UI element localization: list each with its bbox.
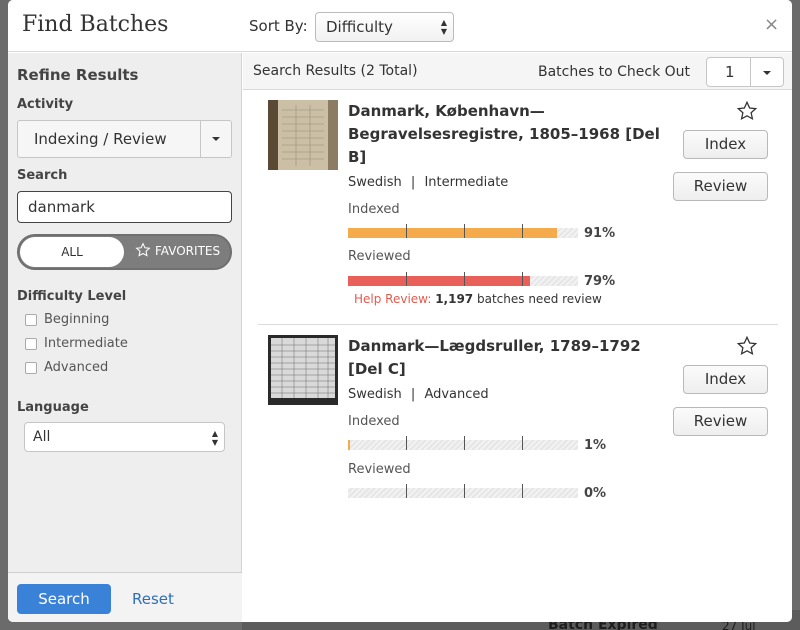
language-value: All: [33, 429, 51, 445]
toggle-all-option[interactable]: ALL: [20, 237, 124, 267]
advanced-checkbox[interactable]: [25, 362, 37, 374]
meta-separator: |: [410, 387, 416, 402]
results-count: Search Results (2 Total): [253, 63, 418, 79]
reviewed-label: Reviewed: [348, 462, 411, 477]
result-item: Danmark—Lægdsruller, 1789–1792 [Del C] S…: [243, 325, 792, 525]
chevron-down-icon: [763, 71, 771, 75]
search-input[interactable]: danmark: [17, 191, 232, 223]
close-icon[interactable]: ×: [764, 14, 779, 35]
progress-tick: [522, 272, 523, 286]
activity-value: Indexing / Review: [34, 130, 167, 148]
search-label: Search: [17, 168, 68, 183]
batch-language: Swedish: [348, 387, 402, 402]
indexed-progress-bar: [348, 436, 578, 450]
result-item: Danmark, København—Begravelsesregistre, …: [243, 90, 792, 325]
batch-meta: Swedish | Intermediate: [348, 175, 508, 190]
reviewed-progress-fill: [348, 276, 530, 286]
index-button[interactable]: Index: [683, 365, 768, 394]
review-button[interactable]: Review: [673, 172, 768, 201]
indexed-progress-bar: [348, 224, 578, 238]
indexed-percent: 1%: [584, 438, 607, 453]
sidebar-footer: Search Reset: [8, 572, 242, 622]
advanced-checkbox-label[interactable]: Advanced: [44, 360, 108, 375]
progress-tick: [406, 436, 407, 450]
reviewed-progress-bar: [348, 484, 578, 498]
batch-title[interactable]: Danmark—Lægdsruller, 1789–1792 [Del C]: [348, 335, 663, 381]
batch-thumbnail[interactable]: [268, 100, 338, 170]
help-review-message: Help Review: 1,197 batches need review: [354, 292, 602, 306]
progress-tick: [522, 224, 523, 238]
activity-select[interactable]: Indexing / Review: [17, 120, 232, 158]
search-button[interactable]: Search: [17, 584, 111, 614]
sort-by-select[interactable]: Difficulty ▲ ▼: [315, 12, 454, 42]
batches-count-value: 1: [725, 63, 735, 81]
intermediate-checkbox-label[interactable]: Intermediate: [44, 336, 128, 351]
indexed-progress-fill: [348, 228, 557, 238]
select-arrows-icon: ▲ ▼: [440, 18, 447, 36]
progress-tick: [464, 484, 465, 498]
progress-tick: [464, 272, 465, 286]
progress-tick: [522, 484, 523, 498]
indexed-percent: 91%: [584, 226, 616, 241]
progress-tick: [406, 224, 407, 238]
progress-tick: [464, 436, 465, 450]
select-divider: [200, 121, 201, 157]
batch-title[interactable]: Danmark, København—Begravelsesregistre, …: [348, 100, 663, 169]
sort-by-label: Sort By:: [249, 17, 308, 35]
beginning-checkbox[interactable]: [25, 314, 37, 326]
favorite-star-icon[interactable]: [736, 335, 758, 357]
batches-count-select[interactable]: 1: [706, 57, 784, 87]
intermediate-checkbox[interactable]: [25, 338, 37, 350]
toggle-favorites-option[interactable]: FAVORITES: [155, 244, 220, 258]
batch-thumbnail[interactable]: [268, 335, 338, 405]
difficulty-level-label: Difficulty Level: [17, 289, 127, 304]
batch-meta: Swedish | Advanced: [348, 387, 489, 402]
indexed-progress-fill: [348, 440, 350, 450]
language-select[interactable]: All ▲ ▼: [24, 422, 225, 452]
reviewed-label: Reviewed: [348, 249, 411, 264]
reviewed-percent: 0%: [584, 486, 607, 501]
progress-tick: [522, 436, 523, 450]
chevron-down-icon: [212, 137, 220, 141]
progress-tick: [406, 272, 407, 286]
meta-separator: |: [410, 175, 416, 190]
refine-results-heading: Refine Results: [17, 66, 139, 84]
batches-to-check-out-label: Batches to Check Out: [538, 64, 691, 80]
results-header: Search Results (2 Total) Batches to Chec…: [243, 53, 792, 90]
batch-language: Swedish: [348, 175, 402, 190]
progress-tick: [464, 224, 465, 238]
indexed-label: Indexed: [348, 202, 400, 217]
favorites-toggle[interactable]: ALL FAVORITES: [17, 234, 232, 270]
star-icon: [135, 242, 151, 257]
select-arrows-icon: ▲ ▼: [211, 429, 218, 447]
favorite-star-icon[interactable]: [736, 100, 758, 122]
beginning-checkbox-label[interactable]: Beginning: [44, 312, 109, 327]
find-batches-dialog: Find Batches Sort By: Difficulty ▲ ▼ × Re…: [8, 0, 792, 622]
batch-difficulty: Advanced: [424, 387, 489, 402]
refine-sidebar: Refine Results Activity Indexing / Revie…: [8, 53, 242, 622]
indexed-label: Indexed: [348, 414, 400, 429]
help-review-count: 1,197: [435, 292, 474, 306]
help-review-link[interactable]: Help Review:: [354, 292, 431, 306]
help-review-suffix: batches need review: [477, 292, 602, 306]
review-button[interactable]: Review: [673, 407, 768, 436]
dialog-title: Find Batches: [22, 12, 169, 37]
index-button[interactable]: Index: [683, 130, 768, 159]
reviewed-progress-bar: [348, 272, 578, 286]
sort-by-value: Difficulty: [326, 18, 393, 36]
activity-label: Activity: [17, 97, 74, 112]
progress-tick: [406, 484, 407, 498]
reset-link[interactable]: Reset: [132, 590, 174, 608]
select-divider: [750, 58, 751, 86]
reviewed-percent: 79%: [584, 274, 616, 289]
dialog-header: Find Batches Sort By: Difficulty ▲ ▼ ×: [8, 0, 792, 52]
batch-difficulty: Intermediate: [424, 175, 509, 190]
language-label: Language: [17, 400, 89, 415]
